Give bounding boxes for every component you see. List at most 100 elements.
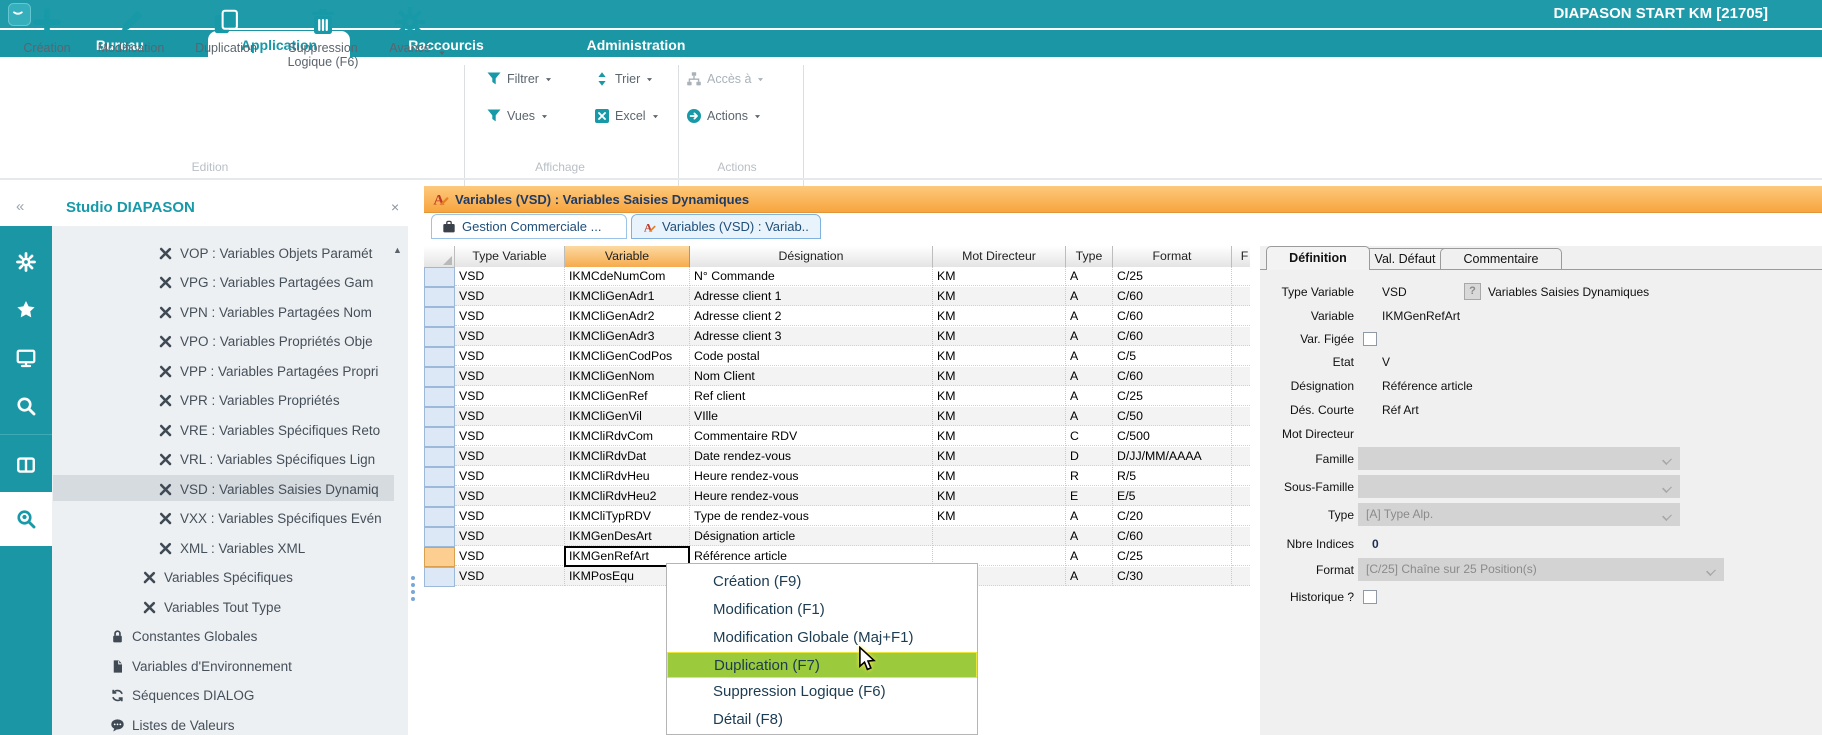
cell-type_variable[interactable]: VSD bbox=[455, 447, 565, 466]
sidebar-item-listes[interactable]: Listes de Valeurs bbox=[110, 713, 235, 735]
cell-type_variable[interactable]: VSD bbox=[455, 507, 565, 526]
column-header-type[interactable]: Type bbox=[1066, 246, 1113, 268]
cell-type_variable[interactable]: VSD bbox=[455, 427, 565, 446]
rail-search-pin-icon[interactable] bbox=[0, 492, 52, 546]
sidebar-close-icon[interactable]: × bbox=[391, 199, 399, 215]
row-selector[interactable] bbox=[424, 427, 455, 447]
cell-format[interactable]: C/60 bbox=[1113, 327, 1232, 346]
cell-type[interactable]: A bbox=[1066, 547, 1113, 566]
rail-desktop-icon[interactable] bbox=[0, 334, 52, 382]
modification-button[interactable]: Modification bbox=[87, 6, 175, 55]
cell-format[interactable]: C/25 bbox=[1113, 387, 1232, 406]
cell-type[interactable]: A bbox=[1066, 307, 1113, 326]
cell-designation[interactable]: Date rendez-vous bbox=[690, 447, 933, 466]
row-selector[interactable] bbox=[424, 367, 455, 387]
row-selector[interactable] bbox=[424, 387, 455, 407]
column-header-type-variable[interactable]: Type Variable bbox=[455, 246, 565, 268]
splitter-handle[interactable] bbox=[409, 576, 417, 608]
cell-designation[interactable]: Ref client bbox=[690, 387, 933, 406]
sidebar-item-xml[interactable]: XML : Variables XML bbox=[158, 536, 305, 560]
cell-designation[interactable]: VIlle bbox=[690, 407, 933, 426]
cell-type_variable[interactable]: VSD bbox=[455, 487, 565, 506]
cell-format[interactable]: R/5 bbox=[1113, 467, 1232, 486]
cell-mot_directeur[interactable]: KM bbox=[933, 287, 1066, 306]
cell-type_variable[interactable]: VSD bbox=[455, 327, 565, 346]
cell-variable[interactable]: IKMCliGenRef bbox=[565, 387, 690, 406]
cell-designation[interactable]: Heure rendez-vous bbox=[690, 467, 933, 486]
cell-type_variable[interactable]: VSD bbox=[455, 307, 565, 326]
cell-type[interactable]: A bbox=[1066, 407, 1113, 426]
cell-type[interactable]: E bbox=[1066, 487, 1113, 506]
ribbon-tab-administration[interactable]: Administration bbox=[566, 34, 706, 57]
context-menu-item-modification[interactable]: Modification Globale (Maj+F1) bbox=[667, 624, 977, 652]
cell-type[interactable]: A bbox=[1066, 267, 1113, 286]
cell-designation[interactable]: Code postal bbox=[690, 347, 933, 366]
sidebar-item-vpr[interactable]: VPR : Variables Propriétés bbox=[158, 389, 340, 413]
cell-type_variable[interactable]: VSD bbox=[455, 547, 565, 566]
cell-type[interactable]: A bbox=[1066, 567, 1113, 586]
column-header-variable[interactable]: Variable bbox=[565, 246, 690, 268]
cell-type[interactable]: A bbox=[1066, 527, 1113, 546]
column-header-désignation[interactable]: Désignation bbox=[690, 246, 933, 268]
row-selector[interactable] bbox=[424, 307, 455, 327]
cell-variable[interactable]: IKMCdeNumCom bbox=[565, 267, 690, 286]
cell-mot_directeur[interactable]: KM bbox=[933, 267, 1066, 286]
cell-format[interactable]: D/JJ/MM/AAAA bbox=[1113, 447, 1232, 466]
panel-tab-3[interactable]: Commentaire bbox=[1440, 248, 1562, 270]
sidebar-item-variables[interactable]: Variables Spécifiques bbox=[142, 566, 293, 590]
row-selector[interactable] bbox=[424, 327, 455, 347]
cell-designation[interactable]: Désignation article bbox=[690, 527, 933, 546]
cell-variable[interactable]: IKMGenDesArt bbox=[565, 527, 690, 546]
context-menu-item-détail[interactable]: Détail (F8) bbox=[667, 706, 977, 734]
cell-format[interactable]: C/25 bbox=[1113, 547, 1232, 566]
column-header-f[interactable]: F bbox=[1232, 246, 1250, 268]
cell-type_variable[interactable]: VSD bbox=[455, 407, 565, 426]
sidebar-item-vpo[interactable]: VPO : Variables Propriétés Obje bbox=[158, 330, 373, 354]
dropdown-format[interactable]: [C/25] Chaîne sur 25 Position(s) bbox=[1358, 558, 1724, 581]
cell-mot_directeur[interactable]: KM bbox=[933, 467, 1066, 486]
cell-type_variable[interactable]: VSD bbox=[455, 287, 565, 306]
cell-format[interactable]: C/60 bbox=[1113, 287, 1232, 306]
sidebar-item-vpp[interactable]: VPP : Variables Partagées Propri bbox=[158, 359, 378, 383]
cell-type[interactable]: R bbox=[1066, 467, 1113, 486]
rail-columns-icon[interactable] bbox=[0, 438, 52, 492]
cell-type_variable[interactable]: VSD bbox=[455, 387, 565, 406]
row-selector[interactable] bbox=[424, 267, 455, 287]
cell-variable[interactable]: IKMCliRdvDat bbox=[565, 447, 690, 466]
rail-search-icon[interactable] bbox=[0, 382, 52, 430]
sidebar-item-vre[interactable]: VRE : Variables Spécifiques Reto bbox=[158, 418, 380, 442]
cell-variable[interactable]: IKMCliGenVil bbox=[565, 407, 690, 426]
excel-button[interactable]: Excel bbox=[594, 106, 660, 126]
cell-variable[interactable]: IKMCliGenNom bbox=[565, 367, 690, 386]
duplication-button[interactable]: Duplication bbox=[182, 6, 270, 55]
création-button[interactable]: Création bbox=[3, 6, 91, 55]
cell-type[interactable]: A bbox=[1066, 507, 1113, 526]
cell-designation[interactable]: Adresse client 2 bbox=[690, 307, 933, 326]
suppression-button[interactable]: Suppression Logique (F6) bbox=[279, 6, 367, 69]
row-selector[interactable] bbox=[424, 287, 455, 307]
row-selector[interactable] bbox=[424, 487, 455, 507]
cell-mot_directeur[interactable]: KM bbox=[933, 367, 1066, 386]
cell-type[interactable]: A bbox=[1066, 327, 1113, 346]
trier-button[interactable]: Trier bbox=[594, 69, 654, 89]
cell-format[interactable]: C/60 bbox=[1113, 367, 1232, 386]
panel-tab-1[interactable]: Définition bbox=[1266, 246, 1370, 270]
cell-type[interactable]: A bbox=[1066, 367, 1113, 386]
column-header-format[interactable]: Format bbox=[1113, 246, 1232, 268]
cell-variable[interactable]: IKMCliGenAdr2 bbox=[565, 307, 690, 326]
cell-format[interactable]: C/500 bbox=[1113, 427, 1232, 446]
dropdown-sous-famille[interactable] bbox=[1358, 475, 1680, 498]
row-selector[interactable] bbox=[424, 347, 455, 367]
row-selector[interactable] bbox=[424, 447, 455, 467]
sidebar-item-variables[interactable]: Variables Tout Type bbox=[142, 595, 281, 619]
cell-designation[interactable]: Adresse client 3 bbox=[690, 327, 933, 346]
row-selector[interactable] bbox=[424, 527, 455, 547]
cell-variable[interactable]: IKMCliRdvHeu bbox=[565, 467, 690, 486]
cell-variable[interactable]: IKMCliGenCodPos bbox=[565, 347, 690, 366]
chevron-down-icon[interactable] bbox=[437, 48, 447, 58]
checkbox-varfigée[interactable] bbox=[1363, 332, 1377, 346]
document-tab-2[interactable]: AVariables (VSD) : Variab... bbox=[631, 214, 821, 239]
cell-mot_directeur[interactable]: KM bbox=[933, 307, 1066, 326]
help-button[interactable]: ? bbox=[1464, 283, 1481, 300]
cell-format[interactable]: C/60 bbox=[1113, 307, 1232, 326]
